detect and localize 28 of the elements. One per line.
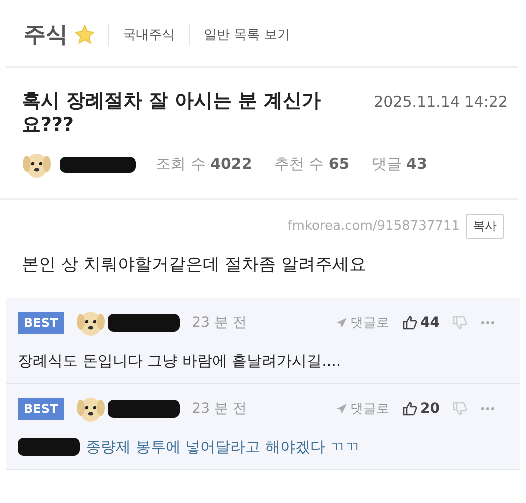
like-button[interactable]: 44 [402, 314, 440, 330]
more-button[interactable] [480, 320, 496, 326]
comment-text: 장례식도 돈입니다 그냥 바람에 흩날려가시길.... [18, 352, 342, 370]
post-date: 2025.11.14 14:22 [374, 93, 508, 111]
board-link[interactable]: 국내주식 [123, 26, 175, 44]
like-button[interactable]: 20 [402, 400, 440, 416]
send-icon [336, 402, 348, 414]
board-title: 주식 [24, 22, 68, 50]
send-icon [336, 316, 348, 328]
post-stat: 추천 수 65 [274, 155, 350, 174]
dislike-button[interactable] [452, 314, 468, 330]
copy-button[interactable]: 복사 [466, 214, 504, 238]
board-link[interactable]: 일반 목록 보기 [204, 26, 290, 44]
dislike-button[interactable] [452, 400, 468, 416]
thumbs-up-icon [402, 400, 418, 416]
best-badge: BEST [18, 312, 64, 334]
post-title: 혹시 장례절차 잘 아시는 분 계신가요??? [22, 90, 322, 138]
comment-text: 종량제 봉투에 넣어달라고 해야겠다 ㄲㄲ [86, 438, 360, 456]
best-badge: BEST [18, 398, 64, 420]
thumbs-up-icon [402, 314, 418, 330]
star-icon[interactable] [74, 24, 96, 46]
post-body: 본인 상 치뤄야할거같은데 절차좀 알려주세요 [21, 254, 368, 276]
comment-time: 23 분 전 [192, 314, 247, 332]
post-stat: 댓글 43 [372, 155, 428, 174]
redaction-mark [18, 438, 80, 456]
more-button[interactable] [480, 406, 496, 412]
comment-time: 23 분 전 [192, 400, 247, 418]
post-stat: 조회 수 4022 [156, 155, 252, 174]
